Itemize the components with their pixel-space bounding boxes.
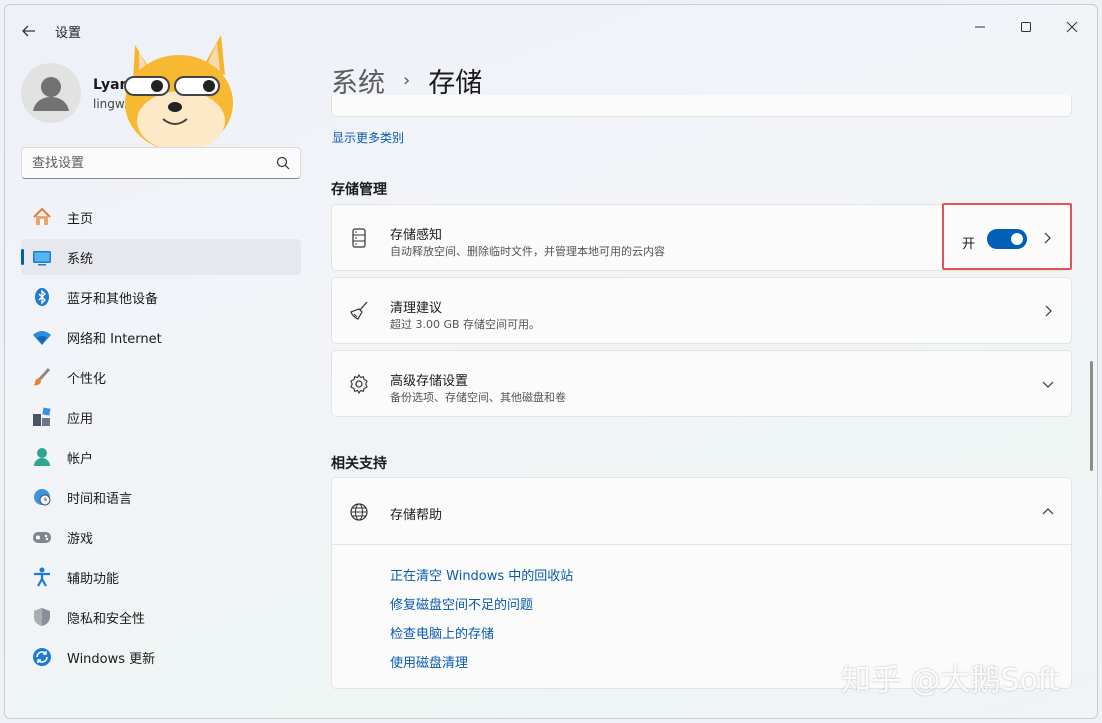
sidebar-item-apps[interactable]: 应用 [21,399,301,435]
watermark: 知乎 @大鹅Soft [841,663,1060,698]
cleanup-title: 清理建议 [390,301,443,316]
storage-usage-card [331,95,1072,117]
accessibility-icon [31,566,53,588]
storage-sense-toggle-label: 开 [962,237,976,252]
shield-icon [31,606,53,628]
sidebar-item-accessibility[interactable]: 辅助功能 [21,559,301,595]
minimize-icon [975,26,985,28]
section-title-related-support: 相关支持 [331,456,387,472]
chevron-up-icon[interactable] [1041,505,1055,519]
broom-icon [348,300,370,322]
advanced-storage-title: 高级存储设置 [390,374,469,389]
sidebar-item-label: 帐户 [67,451,94,467]
storage-sense-desc: 自动释放空间、删除临时文件，并管理本地可用的云内容 [390,245,665,258]
sidebar-item-system[interactable]: 系统 [21,239,301,275]
help-link-disk-cleanup[interactable]: 使用磁盘清理 [390,652,468,671]
sidebar-item-home[interactable]: 主页 [21,199,301,235]
sidebar-item-label: 时间和语言 [67,491,133,507]
account-icon [31,446,53,468]
storage-sense-title: 存储感知 [390,228,443,243]
sidebar-item-label: 网络和 Internet [67,331,162,347]
cleanup-recommendations-card[interactable]: 清理建议 超过 3.00 GB 存储空间可用。 [331,277,1072,344]
back-button[interactable] [19,21,39,41]
doge-sticker-icon [124,35,233,151]
avatar[interactable] [21,63,81,123]
breadcrumb-separator: › [403,70,411,91]
sidebar-item-label: 游戏 [67,531,94,547]
advanced-storage-settings-card[interactable]: 高级存储设置 备份选项、存储空间、其他磁盘和卷 [331,350,1072,417]
search-box[interactable] [21,147,301,179]
sidebar-item-label: 系统 [67,251,94,267]
sidebar-item-label: 辅助功能 [67,571,120,587]
sidebar-item-label: 应用 [67,411,94,427]
toggle-knob [1011,233,1023,245]
storage-sense-toggle[interactable] [987,229,1027,249]
help-link-low-disk-space[interactable]: 修复磁盘空间不足的问题 [390,594,533,613]
apps-icon [31,406,53,428]
person-icon [33,77,69,111]
close-button[interactable] [1051,13,1093,41]
maximize-icon [1021,22,1031,32]
globe-clock-icon [31,486,53,508]
sidebar-item-privacy[interactable]: 隐私和安全性 [21,599,301,635]
sidebar-item-bluetooth[interactable]: 蓝牙和其他设备 [21,279,301,315]
bluetooth-icon [31,286,53,308]
show-more-categories-link[interactable]: 显示更多类别 [332,129,404,146]
sidebar-item-personalization[interactable]: 个性化 [21,359,301,395]
sidebar-item-label: 主页 [67,211,94,227]
settings-window: 设置 Lyan lingw...om 查找设置 主页 系统 蓝牙和其他设备 网络… [4,4,1098,719]
globe-icon [348,501,370,523]
arrow-left-icon [22,25,35,37]
chevron-right-icon [1045,305,1052,317]
advanced-storage-desc: 备份选项、存储空间、其他磁盘和卷 [390,391,566,404]
chevron-down-icon [1042,381,1054,388]
minimize-button[interactable] [959,13,1001,41]
system-icon [31,246,53,268]
cleanup-desc: 超过 3.00 GB 存储空间可用。 [390,318,541,331]
storage-help-title: 存储帮助 [390,508,443,523]
sidebar-item-label: 隐私和安全性 [67,611,146,627]
app-title: 设置 [55,26,82,41]
sidebar-item-network[interactable]: 网络和 Internet [21,319,301,355]
search-icon[interactable] [276,156,290,170]
brush-icon [31,366,53,388]
update-icon [31,646,53,668]
help-link-recycle-bin[interactable]: 正在清空 Windows 中的回收站 [390,565,573,584]
maximize-button[interactable] [1005,13,1047,41]
search-input[interactable] [22,148,262,178]
sidebar-item-label: 蓝牙和其他设备 [67,291,159,307]
gear-icon [348,373,370,395]
sidebar-item-accounts[interactable]: 帐户 [21,439,301,475]
wifi-icon [31,326,53,348]
sidebar-item-gaming[interactable]: 游戏 [21,519,301,555]
storage-drive-icon [348,227,370,249]
sidebar-nav: 主页 系统 蓝牙和其他设备 网络和 Internet 个性化 应用 帐户 时间和… [21,199,301,679]
storage-help-header[interactable]: 存储帮助 [331,477,1072,545]
section-title-storage-management: 存储管理 [331,182,387,198]
scrollbar-thumb[interactable] [1090,361,1093,471]
home-icon [31,206,53,228]
sidebar-item-label: Windows 更新 [67,651,156,667]
sidebar-item-label: 个性化 [67,371,107,387]
close-icon [1066,21,1078,33]
sidebar-item-windows-update[interactable]: Windows 更新 [21,639,301,675]
gamepad-icon [31,526,53,548]
sidebar-item-time-language[interactable]: 时间和语言 [21,479,301,515]
help-link-check-storage[interactable]: 检查电脑上的存储 [390,623,494,642]
